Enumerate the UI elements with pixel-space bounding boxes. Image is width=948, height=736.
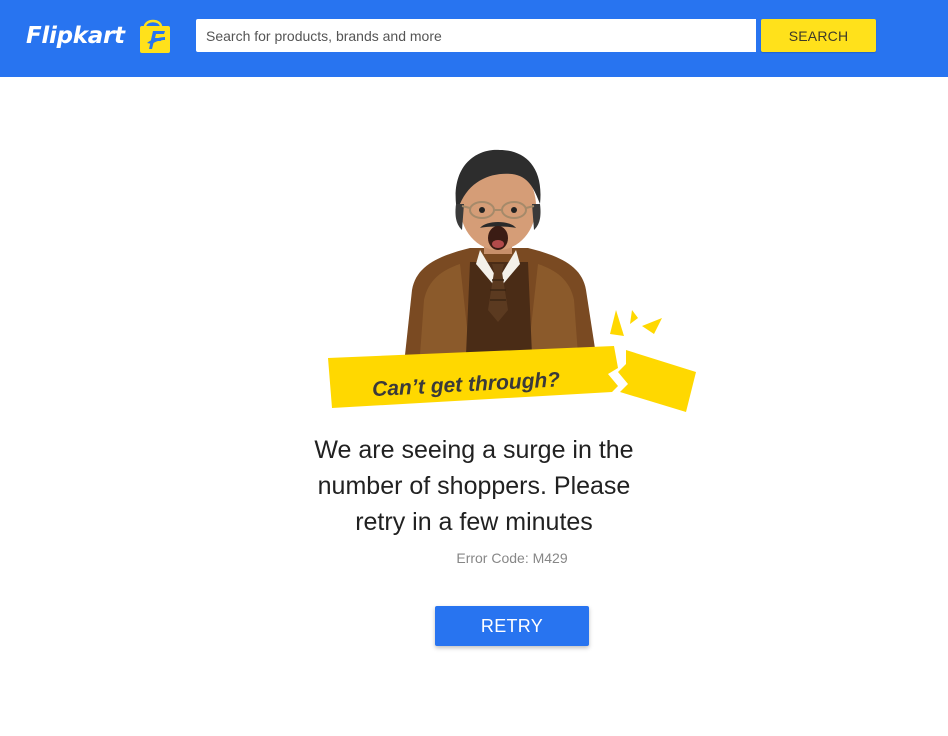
message-line-2: number of shoppers. Please: [317, 472, 631, 500]
search-button[interactable]: SEARCH: [761, 19, 876, 52]
message-line-1: We are seeing a surge in the: [314, 436, 634, 464]
error-message: We are seeing a surge in the number of s…: [294, 432, 654, 540]
top-header: Flipkart SEARCH: [0, 0, 948, 77]
surprised-boy-illustration: [405, 149, 596, 355]
logo-text: Flipkart: [26, 23, 125, 49]
message-line-3: retry in a few minutes: [355, 508, 593, 536]
retry-button[interactable]: RETRY: [435, 606, 589, 646]
error-code: Error Code: M429: [456, 550, 568, 566]
search-input[interactable]: [196, 19, 756, 52]
error-illustration: Can’t get through?: [328, 149, 696, 412]
flipkart-logo[interactable]: Flipkart: [26, 18, 175, 55]
shopping-bag-icon: [139, 19, 170, 53]
